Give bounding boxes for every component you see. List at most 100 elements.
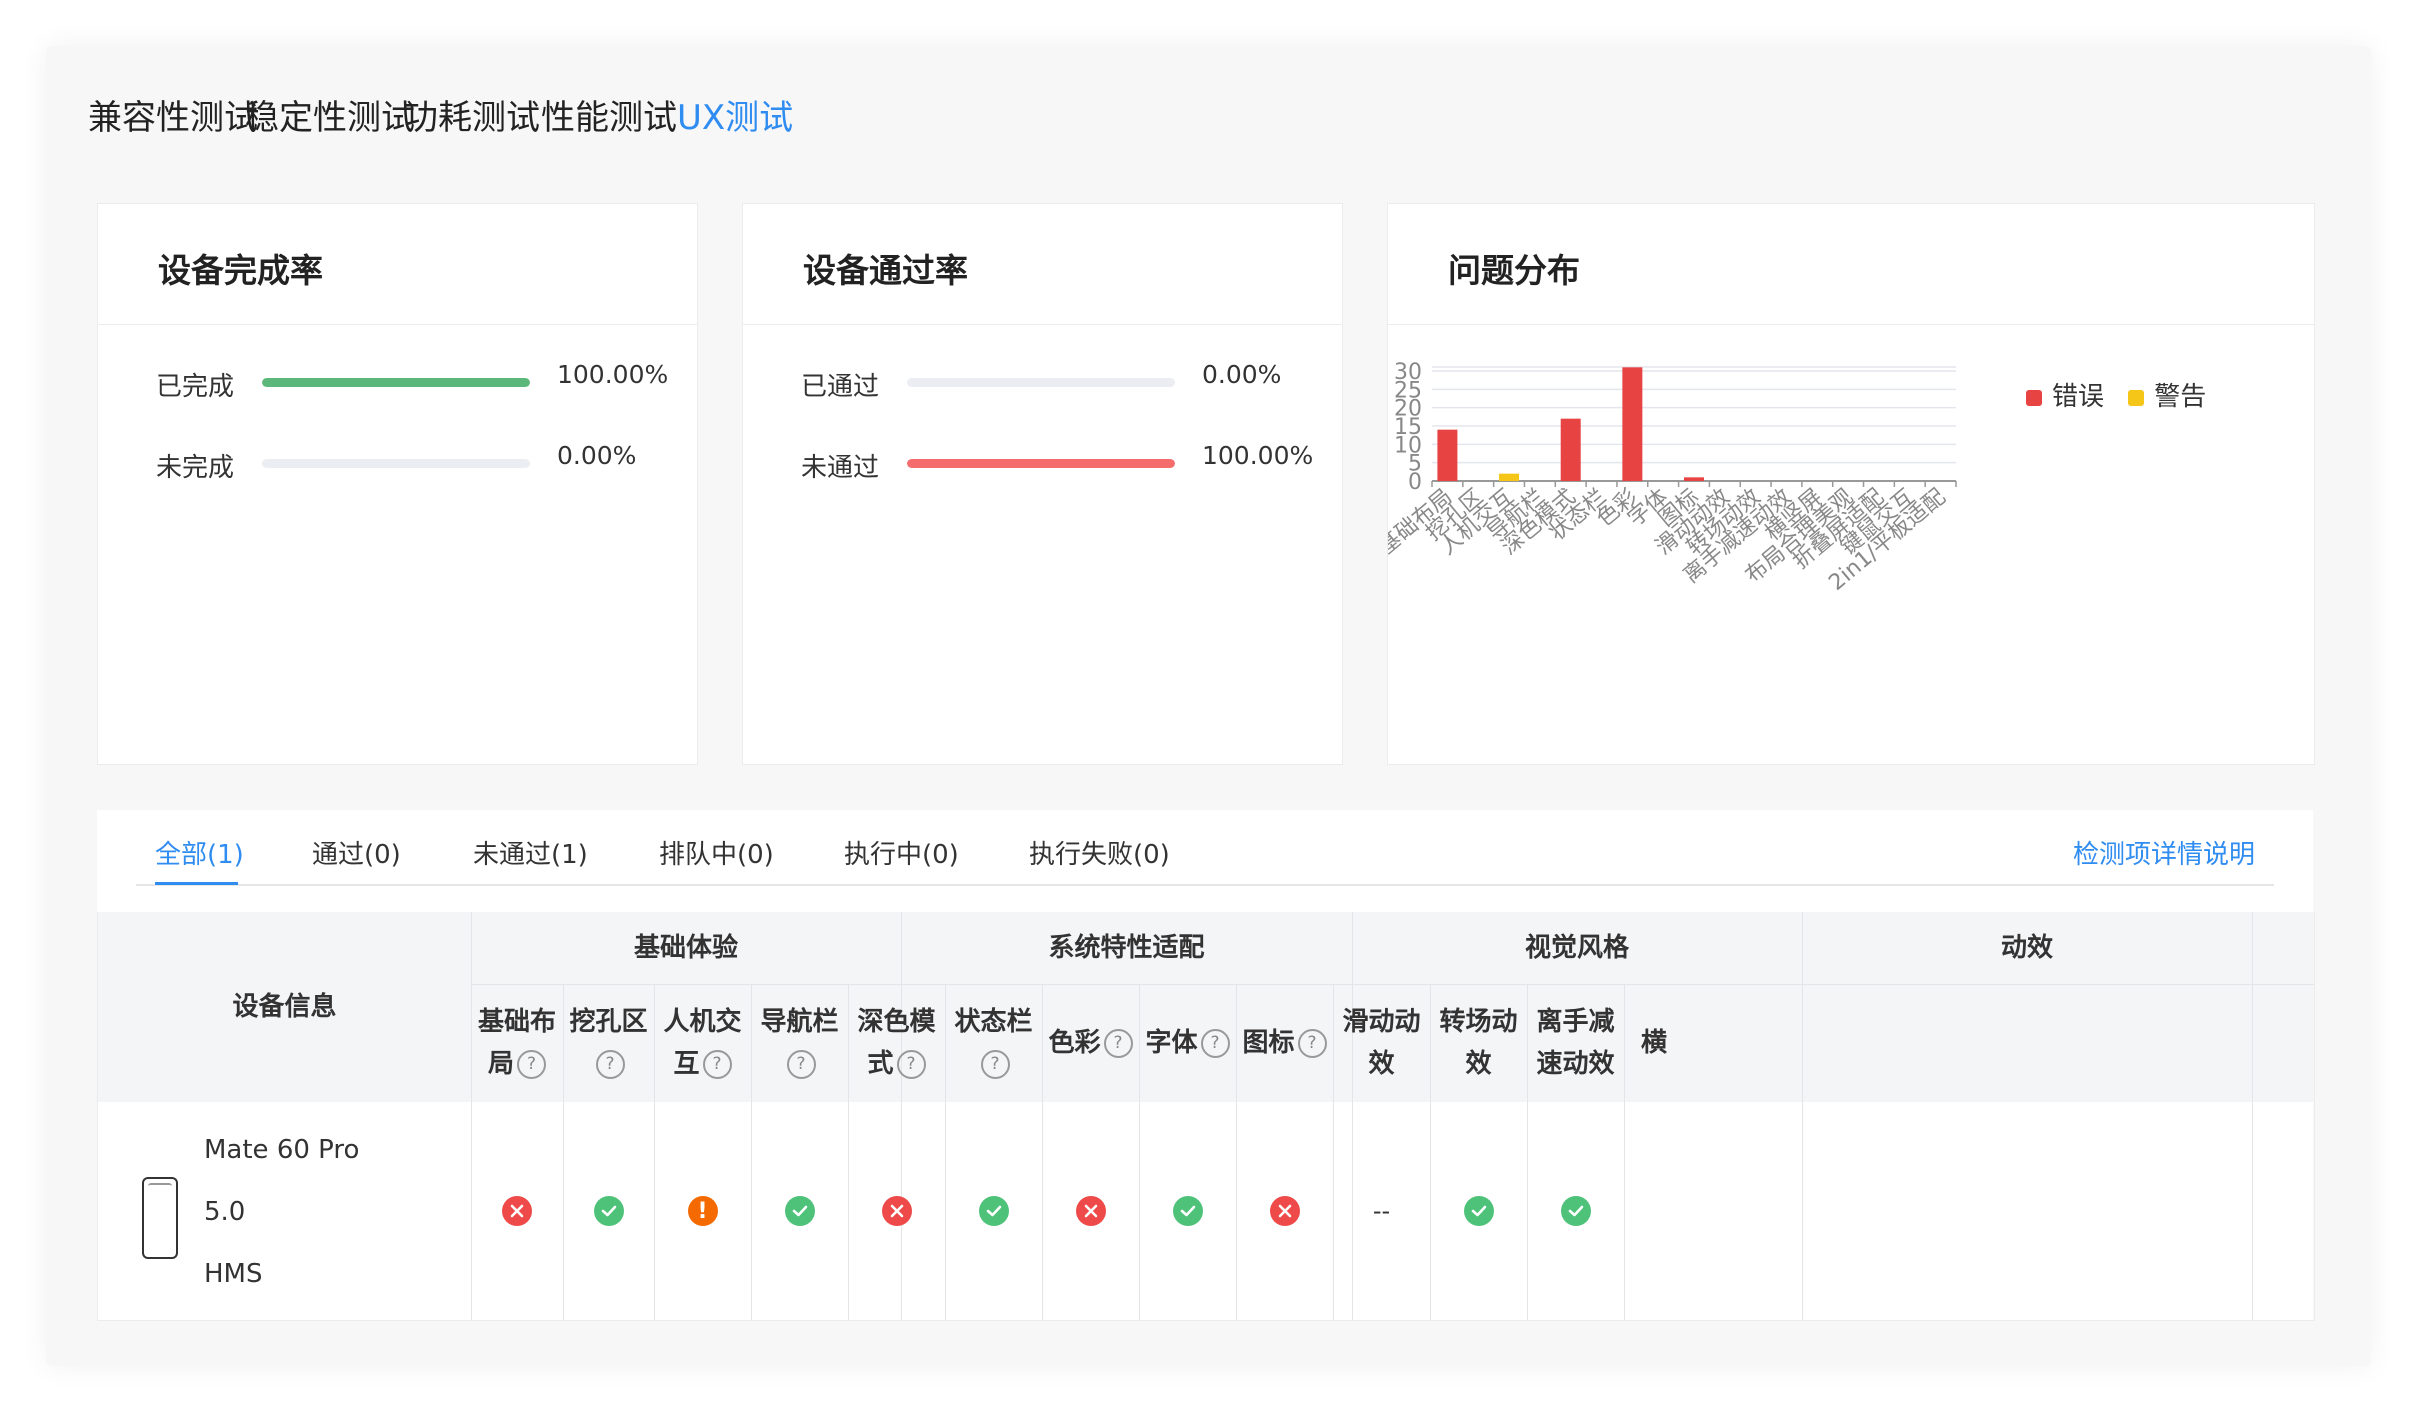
column-divider [563, 984, 564, 1320]
filter-tab-all[interactable]: 全部(1) [155, 834, 244, 871]
error-icon [1075, 1196, 1106, 1226]
empty-value: -- [1372, 1197, 1391, 1225]
column-divider [1236, 984, 1237, 1320]
column-header-text: 效 [1368, 1049, 1395, 1079]
column-header: 挖孔区? [563, 984, 654, 1102]
pass-icon [1172, 1196, 1203, 1226]
column-header-text: 滑动动 [1342, 1007, 1421, 1037]
column-divider [654, 984, 655, 1320]
column-header: 色彩? [1042, 984, 1139, 1102]
table-cell [1042, 1102, 1139, 1320]
column-header-text: 深色模 [857, 1007, 936, 1037]
group-header-animation: 动效 [2000, 933, 2053, 963]
column-header: 深色模式? [848, 984, 945, 1102]
bar-error [1560, 418, 1581, 481]
completed-value: 100.00% [557, 360, 669, 389]
tab-ux-test[interactable]: UX测试 [677, 90, 793, 139]
column-header: 状态栏? [945, 984, 1042, 1102]
passed-label: 已通过 [801, 372, 880, 402]
column-header: 导航栏? [751, 984, 848, 1102]
column-header-text: ? [784, 1043, 816, 1085]
bar-warning [1499, 473, 1520, 481]
table-cell: -- [1333, 1102, 1430, 1320]
device-info-header: 设备信息 [232, 992, 337, 1022]
completed-progress-bar [262, 378, 530, 387]
help-icon[interactable]: ? [595, 1050, 625, 1079]
column-header-text: 字体 [1145, 1028, 1198, 1058]
column-header: 滑动动效 [1333, 984, 1430, 1102]
tab-compatibility-test[interactable]: 兼容性测试 [88, 90, 258, 139]
column-header-text: 速动效 [1536, 1043, 1614, 1085]
bar-error [1622, 367, 1643, 481]
column-divider [1624, 984, 1625, 1320]
incomplete-progress-bar [262, 459, 530, 468]
help-icon[interactable]: ? [980, 1050, 1010, 1079]
help-icon[interactable]: ? [896, 1050, 926, 1079]
column-header-text: 式? [867, 1043, 926, 1085]
passed-progress-bar [907, 378, 1175, 387]
help-icon[interactable]: ? [1297, 1029, 1327, 1058]
column-header-text: 人机交 [663, 1007, 742, 1037]
column-divider [751, 984, 752, 1320]
group-header-system-adaptation: 系统特性适配 [1048, 933, 1205, 963]
tab-performance-test[interactable]: 性能测试 [541, 90, 677, 139]
tab-stability-test[interactable]: 稳定性测试 [245, 90, 415, 139]
column-header-text: 式 [867, 1049, 894, 1079]
table-cell [751, 1102, 848, 1320]
column-header-text: ? [1198, 1022, 1230, 1064]
column-header-text: ? [1295, 1022, 1327, 1064]
column-divider [1042, 984, 1043, 1320]
help-icon[interactable]: ? [702, 1050, 732, 1079]
completion-rate-card: 设备完成率 已完成 100.00% 未完成 0.00% [97, 203, 698, 765]
column-header-text: 横 [1640, 1028, 1667, 1058]
filter-tab-execution-failed[interactable]: 执行失败(0) [1029, 834, 1170, 871]
results-table: 设备信息 基础体验 系统特性适配 视觉风格 动效 Mate 60 Pro 5.0… [97, 912, 2315, 1321]
result-filter-tabs: 全部(1) 通过(0) 未通过(1) 排队中(0) 执行中(0) 执行失败(0)… [97, 810, 2313, 886]
y-tick-label: 30 [1394, 360, 1422, 385]
failed-label: 未通过 [801, 453, 880, 483]
column-header-text: 状态栏 [954, 1007, 1033, 1037]
active-tab-indicator [155, 882, 238, 885]
incomplete-label: 未完成 [156, 453, 235, 483]
warning-icon: ! [687, 1196, 718, 1226]
column-header-text: 挖孔区 [569, 1007, 648, 1037]
column-header: 字体? [1139, 984, 1236, 1102]
column-divider [1527, 984, 1528, 1320]
column-header-text: ? [978, 1043, 1010, 1085]
issue-distribution-card: 问题分布 错误 警告 0 5 10 15 20 25 30 基础布局 挖孔区 人机交互 导航栏 深色模… [1387, 203, 2315, 765]
issue-bar-chart: 051015202530基础布局挖孔区人机交互导航栏深色模式状态栏色彩字体图标滑… [1388, 360, 1957, 596]
filter-tab-passed[interactable]: 通过(0) [312, 834, 401, 871]
detail-description-link[interactable]: 检测项详情说明 [2073, 834, 2255, 871]
failed-value: 100.00% [1202, 441, 1314, 470]
column-header-text: 互? [673, 1043, 732, 1085]
error-icon [881, 1196, 912, 1226]
table-cell [848, 1102, 945, 1320]
filter-tab-running[interactable]: 执行中(0) [844, 834, 959, 871]
incomplete-value: 0.00% [557, 441, 637, 470]
bar-error [1437, 429, 1458, 481]
column-header-text: 互 [673, 1049, 700, 1079]
filter-tab-failed[interactable]: 未通过(1) [473, 834, 588, 871]
table-cell [471, 1102, 563, 1320]
column-divider [945, 984, 946, 1320]
column-header: 离手减 速动效 [1527, 984, 1624, 1102]
pass-icon [593, 1196, 624, 1226]
device-os: HMS [204, 1259, 263, 1289]
column-divider [1430, 984, 1431, 1320]
table-cell: ! [654, 1102, 751, 1320]
failed-progress-fill [907, 459, 1175, 468]
tab-power-test[interactable]: 功耗测试 [404, 90, 540, 139]
help-icon[interactable]: ? [517, 1050, 546, 1079]
help-icon[interactable]: ? [786, 1050, 816, 1079]
table-cell [1527, 1102, 1624, 1320]
error-icon [1269, 1196, 1300, 1226]
help-icon[interactable]: ? [1103, 1029, 1133, 1058]
table-cell [1624, 1102, 1684, 1320]
error-icon [502, 1196, 532, 1226]
column-header-text: 效 [1465, 1043, 1491, 1085]
filter-tab-queued[interactable]: 排队中(0) [659, 834, 774, 871]
column-header-text: ? [1101, 1022, 1133, 1064]
help-icon[interactable]: ? [1200, 1029, 1230, 1058]
divider [743, 324, 1342, 325]
table-cell [563, 1102, 654, 1320]
